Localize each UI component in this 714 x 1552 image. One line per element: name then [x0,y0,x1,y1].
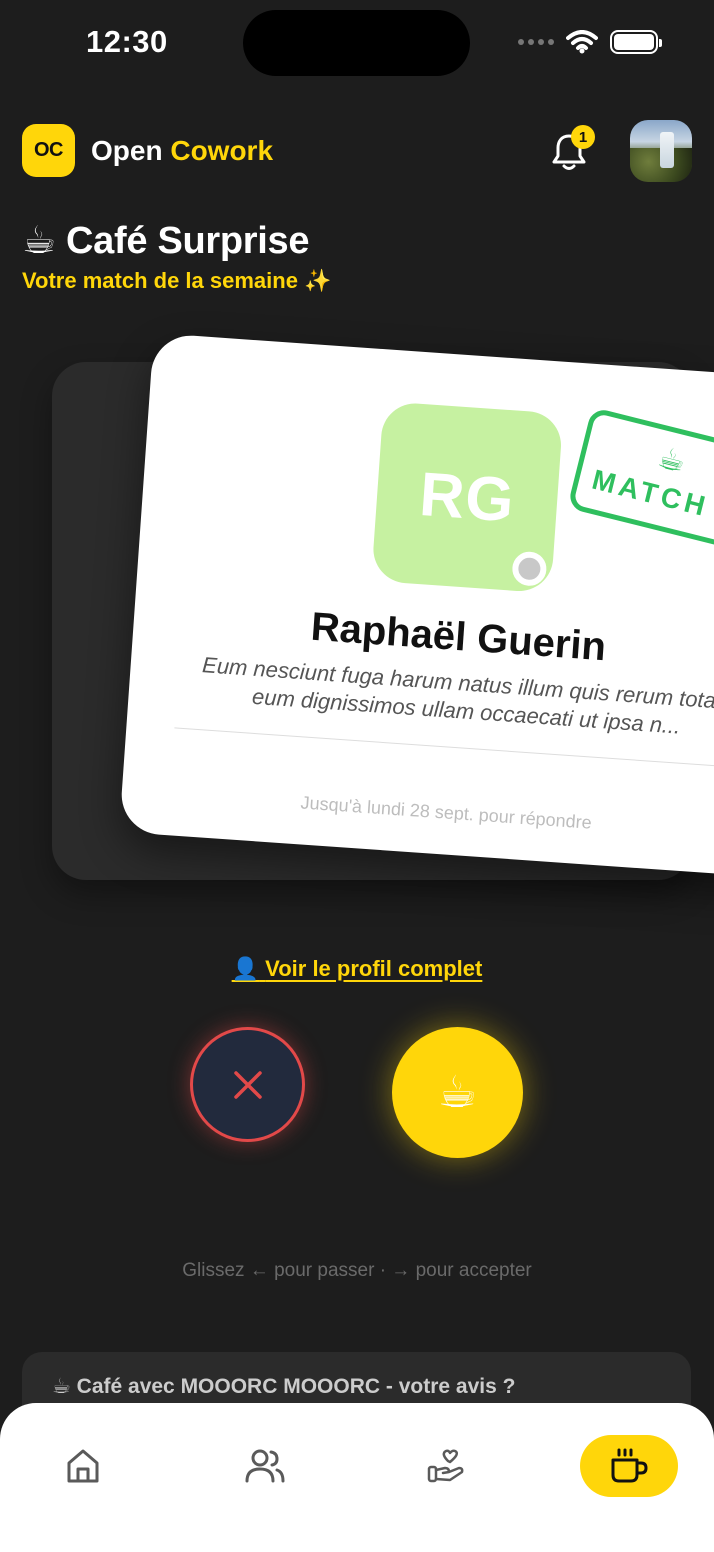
nav-home[interactable] [34,1435,132,1497]
dynamic-island [243,10,470,76]
coffee-icon: ☕ [654,440,689,480]
home-icon [67,1449,99,1483]
coffee-icon: ☕ [437,1068,478,1117]
app-name: Open Cowork [91,135,273,167]
match-avatar: RG [371,401,564,594]
view-profile-label: Voir le profil complet [265,956,483,981]
hand-heart-icon [427,1449,464,1483]
status-icons [518,30,662,54]
nav-community[interactable] [397,1435,495,1497]
response-deadline: Jusqu'à lundi 28 sept. pour répondre [300,792,593,833]
app-name-primary: Open [91,135,163,166]
wifi-icon [566,30,598,54]
app-header: OC Open Cowork 1 [22,120,692,182]
coffee-cup-icon [611,1448,648,1483]
page-subtitle: Votre match de la semaine ✨ [22,268,332,293]
match-card[interactable]: RG ☕ MATCH ! Raphaël Guerin Eum nesciunt… [119,333,714,878]
card-stage: RG ☕ MATCH ! Raphaël Guerin Eum nesciunt… [0,300,714,940]
close-icon [233,1070,262,1099]
page-title: ☕ Café Surprise [22,220,310,262]
pass-button[interactable] [190,1027,305,1142]
battery-icon [610,30,662,54]
bottom-nav [0,1403,714,1552]
user-silhouette-icon: 👤 [231,956,260,981]
match-stamp-label: MATCH ! [589,463,714,529]
match-initials: RG [417,459,518,535]
signal-icon [518,39,554,45]
status-bar: 12:30 [0,0,714,90]
swipe-hint: Glissez ← pour passer · → pour accepter [182,1260,532,1281]
nav-members[interactable] [216,1435,314,1497]
accept-coffee-button[interactable]: ☕ [392,1027,523,1158]
users-icon [245,1449,285,1483]
user-avatar[interactable] [630,120,692,182]
app-name-accent: Cowork [170,135,274,166]
view-profile-link[interactable]: 👤 Voir le profil complet [0,956,714,982]
status-time: 12:30 [86,24,168,59]
nav-cafe-surprise[interactable] [580,1435,678,1497]
notification-badge: 1 [571,125,595,149]
presence-status-dot [511,550,548,587]
app-logo[interactable]: OC [22,124,75,177]
match-stamp: ☕ MATCH ! [567,406,714,552]
